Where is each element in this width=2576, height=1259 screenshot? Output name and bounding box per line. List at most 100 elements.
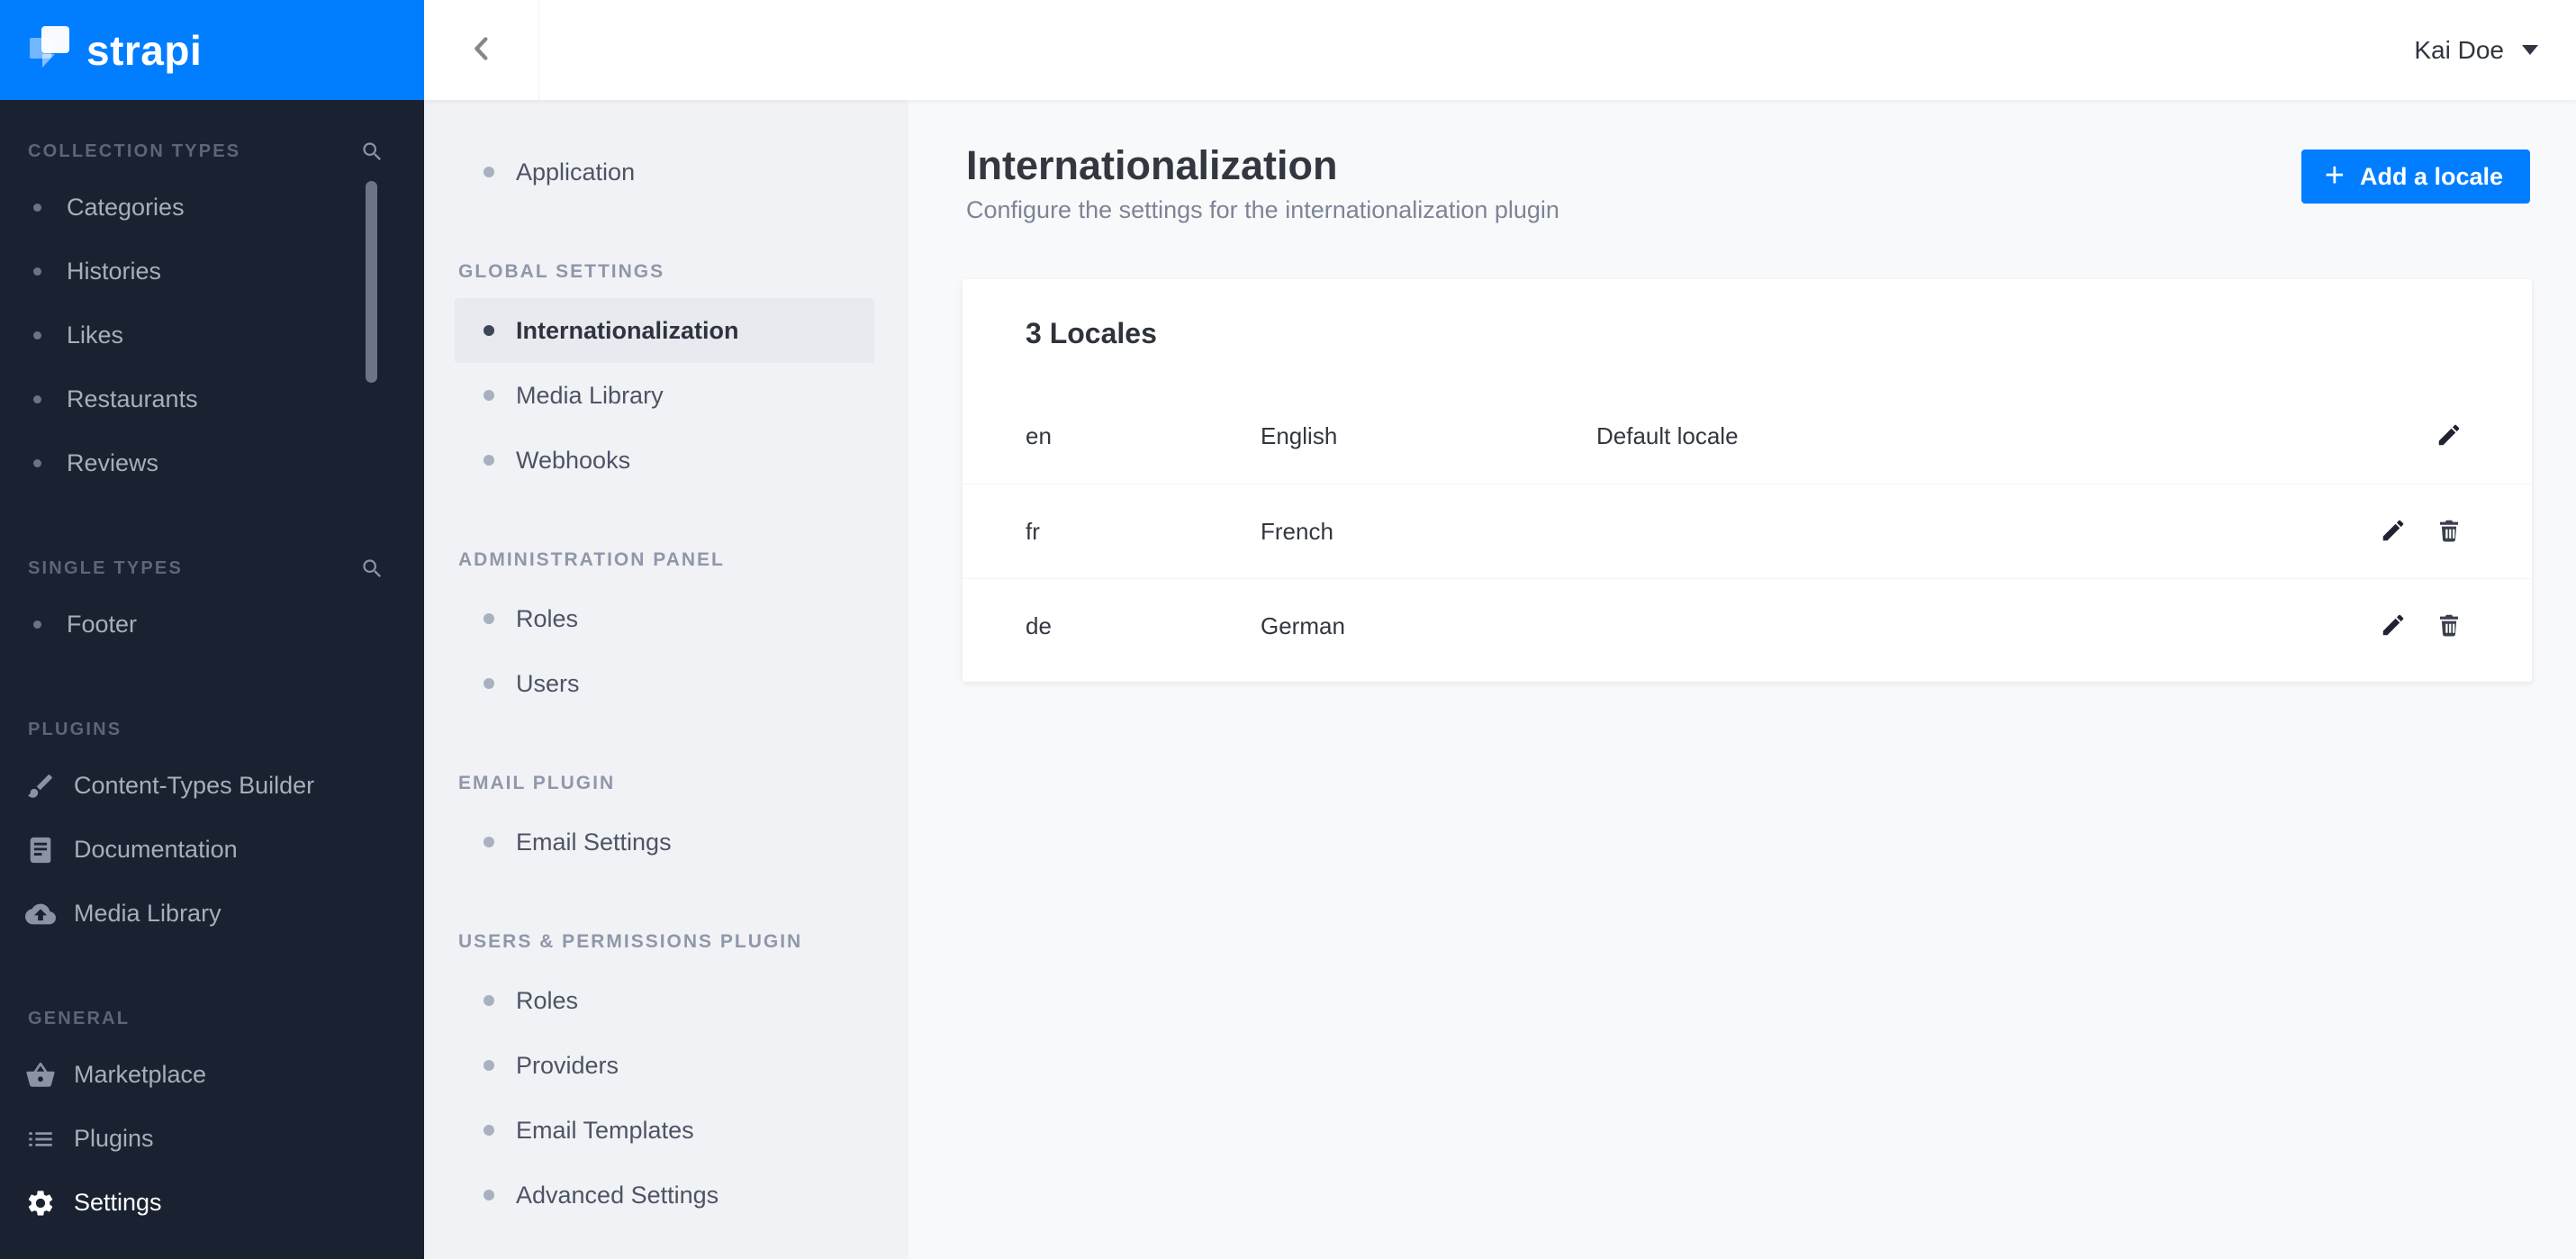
topbar: Kai Doe [424,0,2576,100]
sidebar-item-label: Marketplace [74,1061,207,1088]
subnav-item-webhooks[interactable]: Webhooks [424,428,908,493]
strapi-logo[interactable]: strapi [0,0,424,100]
subnav-section-email-plugin: EMAIL PLUGIN Email Settings [424,770,908,874]
subnav-item-label: Providers [516,1051,619,1079]
sidebar-item-categories[interactable]: Categories [0,176,424,240]
bullet-icon [484,613,494,624]
bullet-icon [484,390,494,401]
subnav-item-admin-users[interactable]: Users [424,651,908,716]
edit-locale-button[interactable] [2378,516,2409,547]
section-label: SINGLE TYPES [28,557,183,578]
subnav-item-label: Webhooks [516,446,631,474]
sidebar-item-histories[interactable]: Histories [0,240,424,303]
search-icon[interactable] [360,140,384,164]
sidebar-item-reviews[interactable]: Reviews [0,431,424,495]
app-window: strapi COLLECTION TYPES Categories Histo… [0,0,2576,1259]
subnav-section-global-settings: GLOBAL SETTINGS Internationalization Med… [424,258,908,493]
delete-locale-button[interactable] [2434,516,2464,547]
sidebar-item-media-library[interactable]: Media Library [0,882,424,946]
sidebar-item-label: Histories [67,258,162,285]
sidebar-item-documentation[interactable]: Documentation [0,818,424,882]
brand-name: strapi [86,26,203,74]
gear-icon [25,1188,56,1218]
section-general: GENERAL Marketplace Plugins Settings [0,1005,424,1235]
subnav-item-advanced-settings[interactable]: Advanced Settings [424,1163,908,1227]
back-button[interactable] [424,0,539,100]
sidebar-item-label: Documentation [74,836,238,863]
subnav-item-up-roles[interactable]: Roles [424,968,908,1033]
edit-locale-button[interactable] [2434,421,2464,452]
sidebar-item-label: Content-Types Builder [74,772,315,799]
subnav-item-email-templates[interactable]: Email Templates [424,1098,908,1163]
row-actions [2434,421,2464,452]
section-label: GENERAL [28,1008,131,1028]
delete-locale-button[interactable] [2434,611,2464,641]
section-header: PLUGINS [0,716,424,743]
bullet-icon [33,204,41,212]
main-content: Internationalization Configure the setti… [908,100,2576,1259]
subnav-item-media-library[interactable]: Media Library [424,363,908,428]
locales-card: 3 Locales en English Default locale fr F… [963,279,2532,682]
subnav-item-label: Internationalization [516,316,739,344]
strapi-logo-icon [29,25,70,75]
sidebar-item-restaurants[interactable]: Restaurants [0,367,424,431]
subnav-item-label: Application [516,158,636,186]
bullet-icon [484,1060,494,1071]
locale-default-badge: Default locale [1596,422,1739,449]
section-plugins: PLUGINS Content-Types Builder Documentat… [0,716,424,946]
sidebar-item-label: Settings [74,1189,162,1216]
subnav-item-label: Email Templates [516,1116,694,1144]
user-name: Kai Doe [2414,35,2504,64]
locale-row-de: de German [963,578,2532,673]
subnav-item-internationalization[interactable]: Internationalization [455,298,874,363]
bullet-icon [484,455,494,466]
subnav-section-label: USERS & PERMISSIONS PLUGIN [458,931,803,952]
bullet-icon [484,678,494,689]
bullet-icon [484,1190,494,1200]
subnav-section-label: EMAIL PLUGIN [458,773,616,793]
sidebar-item-plugins[interactable]: Plugins [0,1107,424,1171]
locales-heading: 3 Locales [1026,317,1157,349]
sidebar-item-marketplace[interactable]: Marketplace [0,1043,424,1107]
section-collection-types: COLLECTION TYPES Categories Histories Li… [0,138,424,495]
sidebar-item-label: Media Library [74,900,221,927]
section-header: COLLECTION TYPES [0,138,424,165]
locale-row-en: en English Default locale [963,389,2532,484]
basket-icon [25,1060,56,1091]
sidebar-item-likes[interactable]: Likes [0,303,424,367]
sidebar-item-label: Plugins [74,1125,154,1152]
subnav-item-email-settings[interactable]: Email Settings [424,810,908,874]
edit-locale-button[interactable] [2378,611,2409,641]
locale-code: de [1026,611,1052,639]
sidebar-item-footer[interactable]: Footer [0,593,424,657]
sidebar-item-label: Likes [67,322,124,349]
paintbrush-icon [25,771,56,802]
locale-code: en [1026,422,1052,449]
book-icon [25,835,56,865]
sidebar-item-settings[interactable]: Settings [0,1171,424,1235]
caret-down-icon [2522,45,2538,55]
sidebar-item-label: Reviews [67,449,159,476]
trash-icon [2436,517,2463,547]
section-single-types: SINGLE TYPES Footer [0,555,424,657]
bullet-icon [484,995,494,1006]
user-menu[interactable]: Kai Doe [2414,36,2576,65]
settings-subnav: Application GLOBAL SETTINGS Internationa… [424,100,908,1259]
subnav-item-application[interactable]: Application [424,140,908,204]
subnav-section-label: GLOBAL SETTINGS [458,261,665,282]
subnav-item-admin-roles[interactable]: Roles [424,586,908,651]
cloud-upload-icon [25,899,56,929]
subnav-section-header: ADMINISTRATION PANEL [424,547,908,574]
sidebar-scrollbar[interactable] [366,181,377,383]
subnav-item-providers[interactable]: Providers [424,1033,908,1098]
subnav-section-administration-panel: ADMINISTRATION PANEL Roles Users [424,547,908,716]
locale-name: English [1261,422,1338,449]
sidebar-item-label: Restaurants [67,385,198,412]
search-icon[interactable] [360,557,384,581]
subnav-item-label: Advanced Settings [516,1181,719,1209]
add-locale-button[interactable]: + Add a locale [2300,149,2530,204]
bullet-icon [484,325,494,336]
sidebar-item-content-types-builder[interactable]: Content-Types Builder [0,754,424,818]
bullet-icon [33,395,41,403]
sidebar-nav: COLLECTION TYPES Categories Histories Li… [0,100,424,1235]
